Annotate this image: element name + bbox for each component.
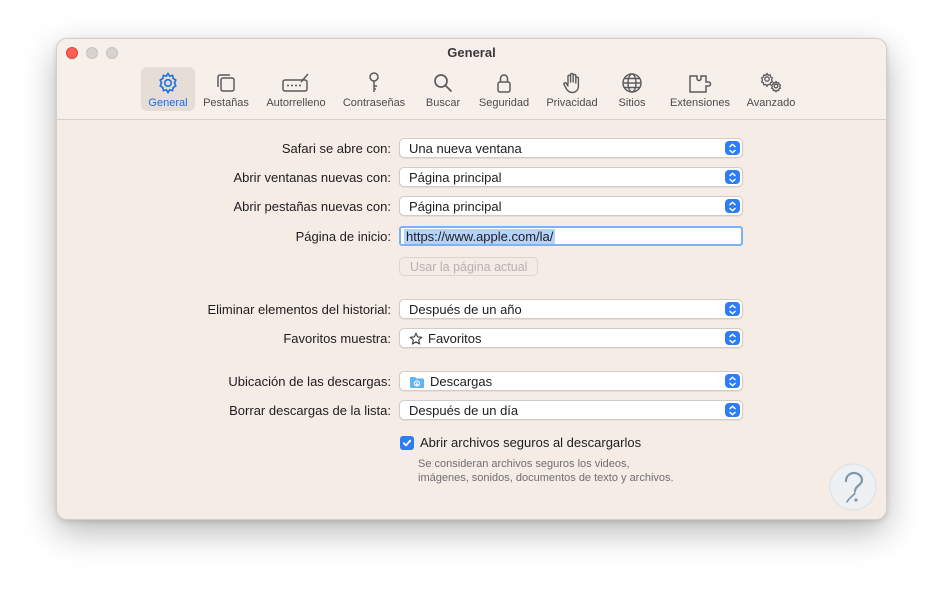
tab-avanzado-label: Avanzado (746, 97, 796, 109)
homepage-input[interactable]: https://www.apple.com/la/ (399, 226, 743, 246)
download-location-select[interactable]: Descargas (399, 371, 743, 391)
homepage-value: https://www.apple.com/la/ (404, 229, 556, 244)
chevron-updown-icon (725, 374, 740, 388)
lock-icon (497, 74, 511, 93)
download-location-label: Ubicación de las descargas: (228, 374, 391, 389)
row-download-location: Ubicación de las descargas: Descargas (57, 371, 886, 393)
tab-extensiones-label: Extensiones (670, 97, 730, 109)
download-location-value: Descargas (430, 374, 493, 389)
star-icon (409, 332, 423, 345)
window-title: General (447, 45, 496, 60)
remove-history-label: Eliminar elementos del historial: (207, 302, 391, 317)
favorites-value: Favoritos (428, 331, 482, 346)
autofill-icon (282, 73, 309, 92)
row-opens-with: Safari se abre con: Una nueva ventana (57, 138, 886, 160)
tab-general-label: General (148, 97, 188, 109)
favorites-label: Favoritos muestra: (283, 331, 391, 346)
tab-extensiones[interactable]: Extensiones (665, 67, 735, 111)
opens-with-select[interactable]: Una nueva ventana (399, 138, 743, 158)
gear-icon (159, 71, 177, 95)
globe-icon (622, 73, 642, 93)
key-icon (369, 72, 379, 92)
open-safe-files-help: Se consideran archivos seguros los video… (418, 458, 674, 484)
open-safe-files-label: Abrir archivos seguros al descargarlos (420, 435, 642, 450)
help-watermark-logo (829, 463, 877, 511)
row-remove-history: Eliminar elementos del historial: Despué… (57, 299, 886, 321)
chevron-updown-icon (725, 302, 740, 316)
homepage-label: Página de inicio: (295, 229, 391, 244)
remove-downloads-select[interactable]: Después de un día (399, 400, 743, 420)
tabs-icon (217, 74, 235, 92)
new-tabs-select[interactable]: Página principal (399, 196, 743, 216)
row-use-current: Usar la página actual (57, 257, 886, 279)
gears-icon (760, 72, 782, 93)
chevron-updown-icon (725, 403, 740, 417)
tab-buscar[interactable]: Buscar (421, 67, 465, 111)
open-safe-files-checkbox[interactable] (400, 436, 414, 450)
chevron-updown-icon (725, 199, 740, 213)
tab-general[interactable]: General (141, 67, 195, 111)
tab-privacidad-label: Privacidad (546, 97, 598, 109)
remove-history-select[interactable]: Después de un año (399, 299, 743, 319)
new-tabs-value: Página principal (409, 199, 502, 214)
tab-seguridad[interactable]: Seguridad (475, 67, 533, 111)
row-remove-downloads: Borrar descargas de la lista: Después de… (57, 400, 886, 422)
tab-privacidad[interactable]: Privacidad (542, 67, 602, 111)
titlebar: General General Pestañas Autorrelleno Co… (57, 39, 886, 120)
tab-pestanas[interactable]: Pestañas (199, 67, 253, 111)
row-favorites: Favoritos muestra: Favoritos (57, 328, 886, 350)
preferences-window: General General Pestañas Autorrelleno Co… (56, 38, 887, 520)
tab-autorrelleno[interactable]: Autorrelleno (263, 67, 329, 111)
tab-contrasenas-label: Contraseñas (342, 97, 406, 109)
puzzle-icon (689, 75, 712, 93)
tab-pestanas-label: Pestañas (203, 97, 249, 109)
chevron-updown-icon (725, 141, 740, 155)
tab-autorrelleno-label: Autorrelleno (266, 97, 326, 109)
tab-avanzado[interactable]: Avanzado (743, 67, 799, 111)
opens-with-value: Una nueva ventana (409, 141, 522, 156)
remove-history-value: Después de un año (409, 302, 522, 317)
row-open-safe-files: Abrir archivos seguros al descargarlos (57, 434, 886, 456)
tab-buscar-label: Buscar (425, 97, 461, 109)
new-windows-value: Página principal (409, 170, 502, 185)
favorites-select[interactable]: Favoritos (399, 328, 743, 348)
chevron-updown-icon (725, 170, 740, 184)
new-tabs-label: Abrir pestañas nuevas con: (233, 199, 391, 214)
use-current-page-button[interactable]: Usar la página actual (399, 257, 539, 276)
search-icon (434, 74, 453, 93)
row-homepage: Página de inicio: https://www.apple.com/… (57, 226, 886, 248)
row-new-windows: Abrir ventanas nuevas con: Página princi… (57, 167, 886, 189)
downloads-folder-icon (410, 376, 424, 388)
tab-sitios[interactable]: Sitios (612, 67, 652, 111)
remove-downloads-value: Después de un día (409, 403, 519, 418)
new-windows-select[interactable]: Página principal (399, 167, 743, 187)
tab-seguridad-label: Seguridad (478, 97, 530, 109)
new-windows-label: Abrir ventanas nuevas con: (233, 170, 391, 185)
row-new-tabs: Abrir pestañas nuevas con: Página princi… (57, 196, 886, 218)
download-location-value-wrap: Descargas (409, 374, 492, 389)
remove-downloads-label: Borrar descargas de la lista: (229, 403, 391, 418)
chevron-updown-icon (725, 331, 740, 345)
tab-sitios-label: Sitios (618, 97, 646, 109)
favorites-value-wrap: Favoritos (409, 331, 481, 346)
opens-with-label: Safari se abre con: (281, 141, 391, 156)
hand-icon (563, 72, 580, 94)
checkmark-icon (402, 439, 412, 447)
tab-contrasenas[interactable]: Contraseñas (339, 67, 409, 111)
